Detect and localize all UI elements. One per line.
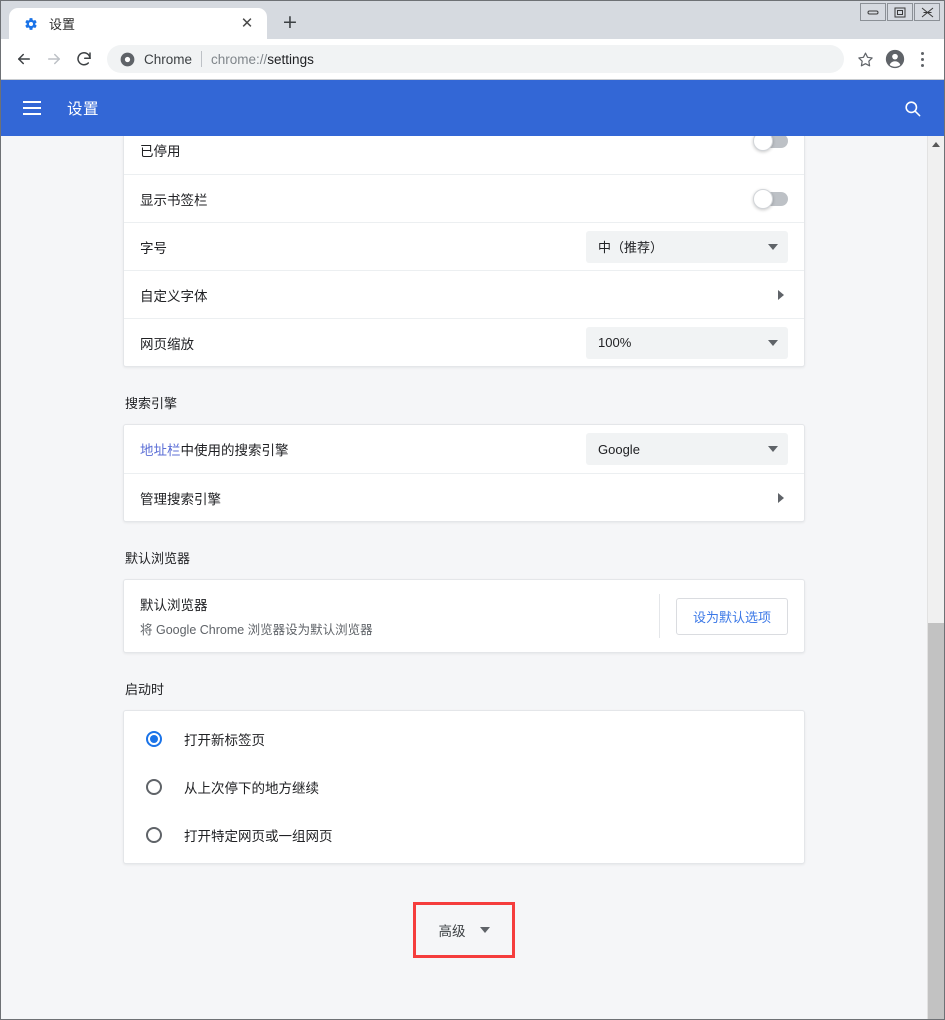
profile-avatar-icon[interactable] xyxy=(880,44,910,74)
forward-button-icon[interactable] xyxy=(39,44,69,74)
default-browser-row: 默认浏览器 将 Google Chrome 浏览器设为默认浏览器 设为默认选项 xyxy=(124,580,804,652)
toggle-disabled[interactable] xyxy=(754,136,788,148)
on-startup-card: 打开新标签页 从上次停下的地方继续 打开特定网页或一组网页 xyxy=(123,710,805,864)
browser-window: 设置 ✕ + xyxy=(0,0,945,1020)
omnibox-divider xyxy=(201,51,202,67)
chevron-down-icon xyxy=(480,927,490,933)
radio-open-specific-pages[interactable]: 打开特定网页或一组网页 xyxy=(124,811,804,859)
select-value: 100% xyxy=(598,335,768,350)
row-customize-fonts[interactable]: 自定义字体 xyxy=(124,270,804,318)
settings-content: 已停用 显示书签栏 字号 中（推荐） xyxy=(1,136,927,1019)
scroll-up-button[interactable] xyxy=(928,136,944,153)
advanced-label: 高级 xyxy=(439,920,466,940)
chevron-down-icon xyxy=(768,446,778,452)
row-label: 网页缩放 xyxy=(140,333,586,353)
row-page-zoom[interactable]: 网页缩放 100% xyxy=(124,318,804,366)
section-title-on-startup: 启动时 xyxy=(125,679,805,698)
row-label: 显示书签栏 xyxy=(140,189,754,209)
appearance-card: 已停用 显示书签栏 字号 中（推荐） xyxy=(123,136,805,367)
advanced-button[interactable]: 高级 xyxy=(416,905,512,955)
back-button-icon[interactable] xyxy=(9,44,39,74)
row-font-size[interactable]: 字号 中（推荐） xyxy=(124,222,804,270)
chevron-right-icon xyxy=(778,290,784,300)
radio-label: 打开新标签页 xyxy=(184,729,265,749)
row-label: 自定义字体 xyxy=(140,285,778,305)
maximize-button[interactable] xyxy=(887,3,913,21)
set-as-default-button[interactable]: 设为默认选项 xyxy=(676,598,788,635)
omnibox-chip-label: Chrome xyxy=(144,52,192,67)
chevron-down-icon xyxy=(768,244,778,250)
default-browser-title: 默认浏览器 xyxy=(140,594,651,614)
browser-tab-settings[interactable]: 设置 ✕ xyxy=(9,8,267,39)
new-tab-button[interactable]: + xyxy=(275,7,305,37)
select-search-engine[interactable]: Google xyxy=(586,433,788,465)
advanced-highlight-box: 高级 xyxy=(413,902,515,958)
browser-toolbar: Chrome chrome://settings xyxy=(1,39,944,79)
scrollbar-thumb[interactable] xyxy=(928,623,944,1019)
select-value: Google xyxy=(598,442,768,457)
search-icon[interactable] xyxy=(900,96,924,120)
toggle-show-bookmarks-bar[interactable] xyxy=(754,192,788,206)
row-disabled[interactable]: 已停用 xyxy=(124,136,804,174)
scrollbar-track[interactable] xyxy=(928,153,944,1002)
radio-continue-where-left-off[interactable]: 从上次停下的地方继续 xyxy=(124,763,804,811)
section-title-search-engine: 搜索引擎 xyxy=(125,393,805,412)
radio-open-new-tab-page[interactable]: 打开新标签页 xyxy=(124,715,804,763)
settings-scroll-region: 已停用 显示书签栏 字号 中（推荐） xyxy=(1,136,944,1019)
vertical-scrollbar[interactable] xyxy=(927,136,944,1019)
row-label: 字号 xyxy=(140,237,586,257)
row-default-search-engine[interactable]: 地址栏中使用的搜索引擎 Google xyxy=(124,425,804,473)
default-browser-card: 默认浏览器 将 Google Chrome 浏览器设为默认浏览器 设为默认选项 xyxy=(123,579,805,653)
select-font-size[interactable]: 中（推荐） xyxy=(586,231,788,263)
row-label-rest: 中使用的搜索引擎 xyxy=(181,443,289,458)
close-button[interactable] xyxy=(914,3,940,21)
row-label: 管理搜索引擎 xyxy=(140,488,778,508)
advanced-section: 高级 xyxy=(123,902,805,958)
row-show-bookmarks-bar[interactable]: 显示书签栏 xyxy=(124,174,804,222)
radio-icon[interactable] xyxy=(146,779,162,795)
settings-header-title: 设置 xyxy=(67,97,99,119)
search-engine-card: 地址栏中使用的搜索引擎 Google 管理搜索引擎 xyxy=(123,424,805,522)
select-value: 中（推荐） xyxy=(598,237,768,256)
radio-icon-selected[interactable] xyxy=(146,731,162,747)
chevron-down-icon xyxy=(768,340,778,346)
settings-page: 设置 已停用 显示书签栏 xyxy=(1,79,944,1019)
row-label-link[interactable]: 地址栏 xyxy=(140,443,181,458)
tab-title: 设置 xyxy=(49,14,237,33)
radio-icon[interactable] xyxy=(146,827,162,843)
omnibox-url: chrome://settings xyxy=(211,52,314,67)
tab-strip: 设置 ✕ + xyxy=(1,1,944,39)
omnibox-url-scheme: chrome:// xyxy=(211,52,267,67)
settings-header-bar: 设置 xyxy=(1,80,944,136)
bookmark-star-icon[interactable] xyxy=(850,44,880,74)
chrome-logo-icon xyxy=(119,51,135,67)
vertical-divider xyxy=(659,594,660,638)
tab-close-icon[interactable]: ✕ xyxy=(237,14,257,34)
caret-up-icon xyxy=(932,142,940,147)
hamburger-menu-icon[interactable] xyxy=(23,96,47,120)
chrome-menu-icon[interactable] xyxy=(910,44,934,74)
row-manage-search-engines[interactable]: 管理搜索引擎 xyxy=(124,473,804,521)
select-page-zoom[interactable]: 100% xyxy=(586,327,788,359)
minimize-button[interactable] xyxy=(860,3,886,21)
row-label: 地址栏中使用的搜索引擎 xyxy=(140,439,586,459)
section-title-default-browser: 默认浏览器 xyxy=(125,548,805,567)
default-browser-subtitle: 将 Google Chrome 浏览器设为默认浏览器 xyxy=(140,619,651,638)
radio-label: 打开特定网页或一组网页 xyxy=(184,825,333,845)
settings-gear-icon xyxy=(23,16,39,32)
chevron-right-icon xyxy=(778,493,784,503)
address-bar[interactable]: Chrome chrome://settings xyxy=(107,45,844,73)
reload-button-icon[interactable] xyxy=(69,44,99,74)
radio-label: 从上次停下的地方继续 xyxy=(184,777,319,797)
omnibox-url-path: settings xyxy=(267,52,314,67)
window-controls xyxy=(860,3,940,21)
row-label: 已停用 xyxy=(140,140,754,160)
